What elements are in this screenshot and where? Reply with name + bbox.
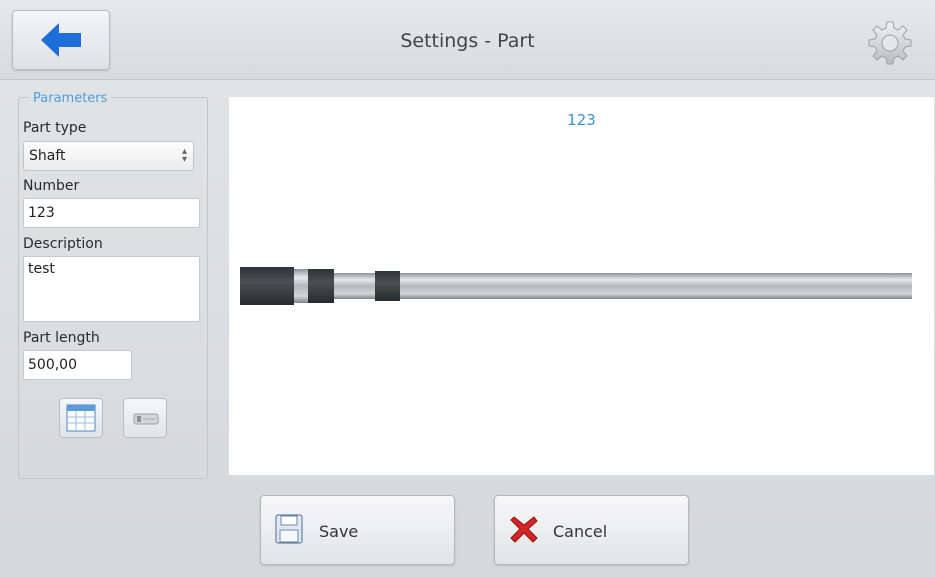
floppy-disk-icon	[275, 514, 303, 544]
part-preview-canvas: 123	[229, 97, 934, 475]
page-title: Settings - Part	[400, 30, 535, 52]
table-button[interactable]	[59, 398, 103, 438]
part-icon	[133, 413, 159, 425]
number-input[interactable]: 123	[23, 198, 200, 228]
parameters-panel: Parameters Part type Shaft ▴ ▾ Number 123…	[18, 91, 208, 479]
part-length-label: Part length	[23, 330, 100, 346]
header-bar: Settings - Part	[0, 0, 935, 80]
description-textarea[interactable]: test	[23, 256, 200, 322]
cancel-button[interactable]: Cancel	[494, 495, 689, 565]
cancel-label: Cancel	[553, 522, 608, 541]
part-type-select[interactable]: Shaft ▴ ▾	[23, 141, 194, 171]
part-number-label: 123	[567, 111, 596, 129]
red-x-icon	[510, 516, 538, 543]
part-type-label: Part type	[23, 120, 87, 136]
save-button[interactable]: Save	[260, 495, 455, 565]
gear-icon[interactable]	[867, 20, 913, 66]
part-length-input[interactable]: 500,00	[23, 350, 132, 380]
part-view-button[interactable]	[123, 398, 167, 438]
part-type-value: Shaft	[29, 148, 66, 164]
select-arrows-icon: ▴ ▾	[181, 146, 187, 165]
parameters-legend: Parameters	[29, 91, 112, 106]
number-label: Number	[23, 178, 80, 194]
table-icon	[66, 404, 96, 432]
description-label: Description	[23, 236, 103, 252]
shaft-graphic	[240, 267, 912, 305]
save-label: Save	[319, 522, 359, 541]
